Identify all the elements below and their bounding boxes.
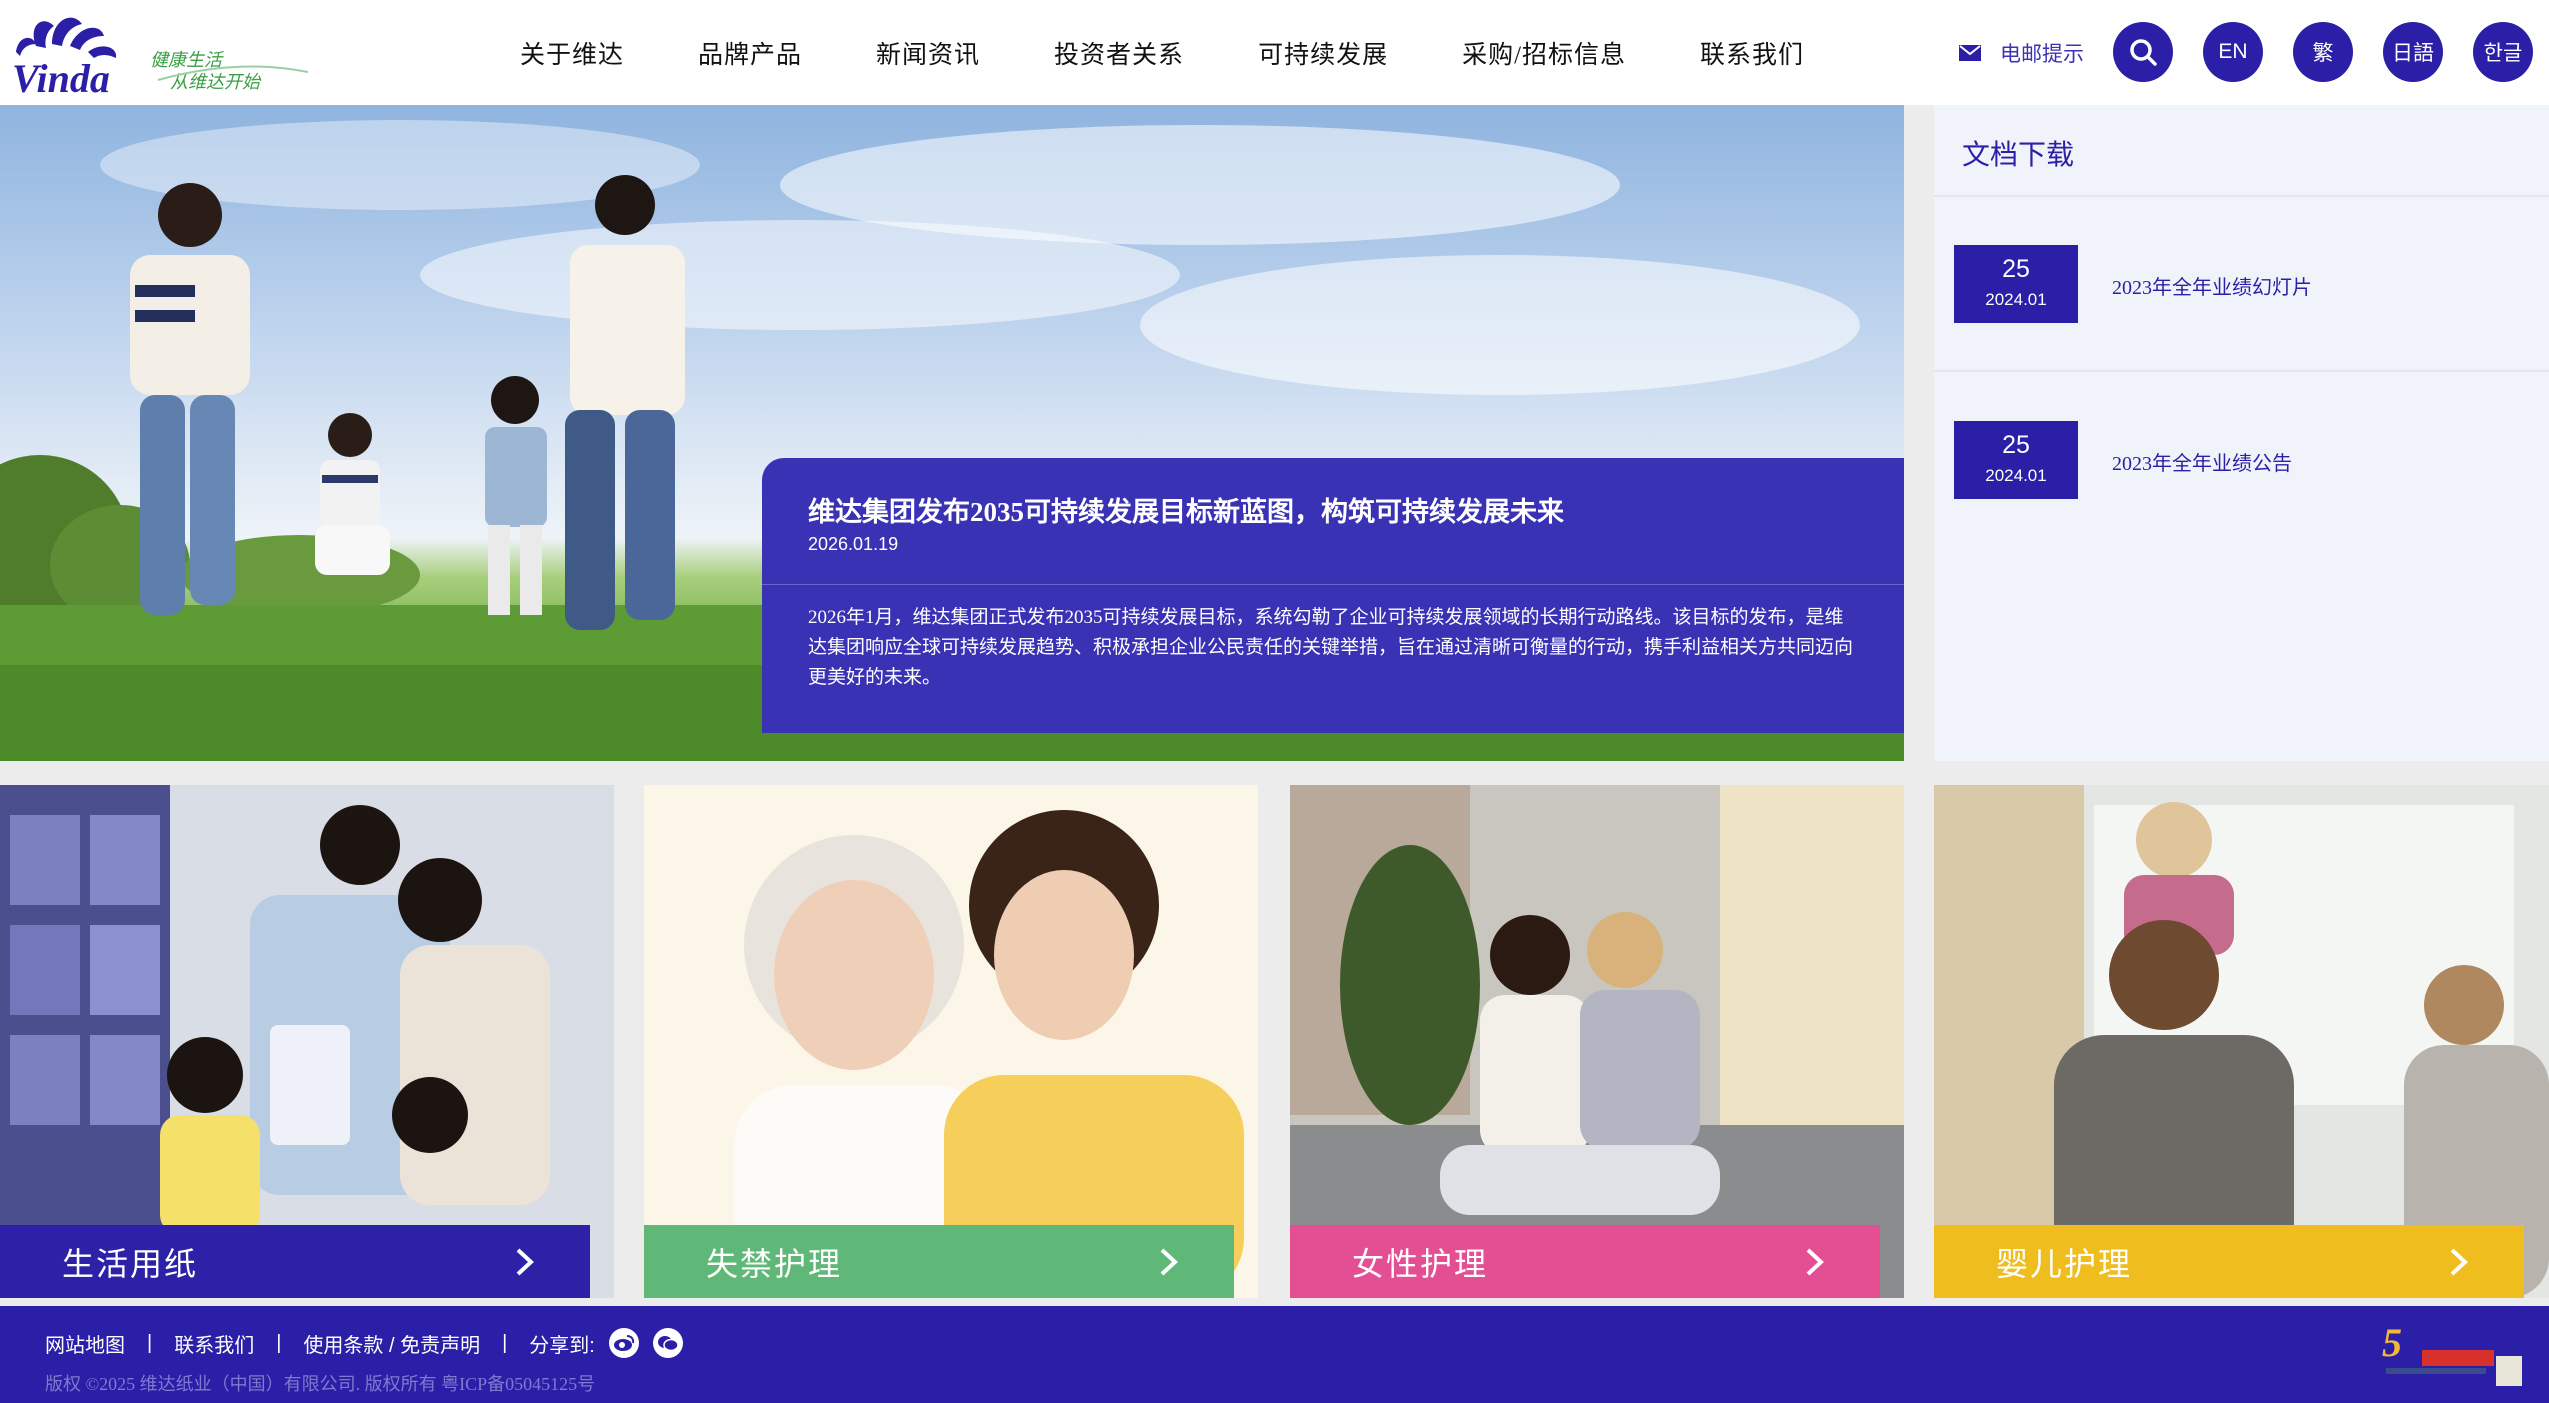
baby-category-button[interactable]: 婴儿护理 (1934, 1225, 2524, 1298)
chevron-right-icon (1806, 1248, 1824, 1275)
hero-banner[interactable]: 维达集团发布2035可持续发展目标新蓝图，构筑可持续发展未来 2026.01.1… (0, 105, 1904, 761)
email-alert-label: 电邮提示 (2000, 43, 2084, 66)
category-label: 失禁护理 (706, 1245, 843, 1282)
site-header: Vinda 健康生活 从维达开始 关于维达 品牌产品 新闻资讯 投资者关系 可持… (0, 0, 2549, 105)
lang-jp-button[interactable]: 日語 (2383, 22, 2443, 82)
logo-brand-text: Vinda (12, 56, 110, 98)
category-card-incontinence[interactable]: 失禁护理 (644, 785, 1258, 1298)
share-label: 分享到: (529, 1334, 595, 1357)
weibo-share-icon[interactable] (608, 1328, 639, 1358)
doc-item[interactable]: 25 2024.01 2023年全年业绩公告 (1954, 421, 2534, 501)
hero-news-body: 2026年1月，维达集团正式发布2035可持续发展目标，系统勾勒了企业可持续发展… (808, 607, 1854, 688)
feminine-category-button[interactable]: 女性护理 (1290, 1225, 1880, 1298)
footer-separator: | (276, 1331, 282, 1354)
hero-news-date: 2026.01.19 (808, 534, 899, 554)
lang-kr-button[interactable]: 한글 (2473, 22, 2533, 82)
category-card-baby[interactable]: 婴儿护理 (1934, 785, 2549, 1298)
footer-links: 网站地图 | 联系我们 | 使用条款 / 免责声明 | 分享到: (45, 1328, 683, 1358)
footer-link-terms[interactable]: 使用条款 / 免责声明 (303, 1329, 480, 1358)
footer-separator: | (502, 1331, 508, 1354)
hero-news-title[interactable]: 维达集团发布2035可持续发展目标新蓝图，构筑可持续发展未来 (808, 490, 1564, 529)
page: Vinda 健康生活 从维达开始 关于维达 品牌产品 新闻资讯 投资者关系 可持… (0, 0, 2549, 1403)
category-card-feminine[interactable]: 女性护理 (1290, 785, 1904, 1298)
doc-date-badge: 25 2024.01 (1954, 245, 2078, 323)
vinda-logo[interactable]: Vinda 健康生活 从维达开始 (8, 6, 309, 101)
chevron-right-icon (2450, 1248, 2468, 1275)
lang-en-button[interactable]: EN (2203, 22, 2263, 82)
feminine-photo (1290, 785, 1904, 1298)
nav-investor[interactable]: 投资者关系 (1054, 35, 1184, 71)
document-download-panel: 文档下载 25 2024.01 2023年全年业绩幻灯片 25 2024.01 … (1934, 105, 2549, 761)
copyright-text: 版权 ©2025 维达纸业（中国）有限公司. 版权所有 粤ICP备0504512… (45, 1374, 596, 1394)
svg-text:5: 5 (2382, 1320, 2402, 1365)
chevron-right-icon (1160, 1248, 1178, 1275)
nav-procurement[interactable]: 采购/招标信息 (1462, 35, 1626, 71)
mail-icon (1959, 45, 1981, 61)
doc-date-badge: 25 2024.01 (1954, 421, 2078, 499)
chevron-right-icon (516, 1248, 534, 1275)
nav-news[interactable]: 新闻资讯 (876, 35, 980, 71)
email-alert-link[interactable]: 电邮提示 (1958, 38, 2084, 68)
category-label: 婴儿护理 (1996, 1245, 2133, 1282)
footer-link-sitemap[interactable]: 网站地图 (45, 1329, 125, 1358)
nav-sustainability[interactable]: 可持续发展 (1258, 35, 1388, 71)
doc-link[interactable]: 2023年全年业绩幻灯片 (2112, 271, 2312, 300)
doc-item[interactable]: 25 2024.01 2023年全年业绩幻灯片 (1954, 245, 2534, 325)
doc-link[interactable]: 2023年全年业绩公告 (2112, 447, 2292, 476)
baby-photo (1934, 785, 2549, 1298)
category-label: 生活用纸 (62, 1245, 199, 1282)
site-footer: 网站地图 | 联系我们 | 使用条款 / 免责声明 | 分享到: 版权 ©202… (0, 1306, 2549, 1403)
docs-title: 文档下载 (1962, 140, 2075, 171)
incontinence-photo (644, 785, 1258, 1298)
search-button[interactable] (2113, 22, 2173, 82)
svg-text:健康生活: 健康生活 (150, 50, 224, 71)
docs-divider (1934, 195, 2549, 197)
nav-about[interactable]: 关于维达 (520, 35, 624, 71)
tissue-photo (0, 785, 614, 1298)
nav-brands[interactable]: 品牌产品 (698, 35, 802, 71)
svg-text:从维达开始: 从维达开始 (170, 72, 262, 93)
nav-contact[interactable]: 联系我们 (1700, 35, 1804, 71)
certification-badge[interactable]: 5 (2378, 1316, 2526, 1388)
tissue-category-button[interactable]: 生活用纸 (0, 1225, 590, 1298)
footer-separator: | (147, 1331, 153, 1354)
docs-divider (1934, 370, 2549, 372)
main-nav: 关于维达 品牌产品 新闻资讯 投资者关系 可持续发展 采购/招标信息 联系我们 (520, 0, 1878, 105)
lang-tc-button[interactable]: 繁 (2293, 22, 2353, 82)
hero-news-panel[interactable]: 维达集团发布2035可持续发展目标新蓝图，构筑可持续发展未来 2026.01.1… (762, 458, 1904, 733)
category-label: 女性护理 (1352, 1245, 1489, 1282)
wechat-share-icon[interactable] (652, 1328, 683, 1358)
hero-divider (762, 584, 1904, 585)
incontinence-category-button[interactable]: 失禁护理 (644, 1225, 1234, 1298)
category-card-tissue[interactable]: 生活用纸 (0, 785, 614, 1298)
search-icon (2130, 39, 2157, 66)
footer-link-contact[interactable]: 联系我们 (174, 1329, 254, 1358)
